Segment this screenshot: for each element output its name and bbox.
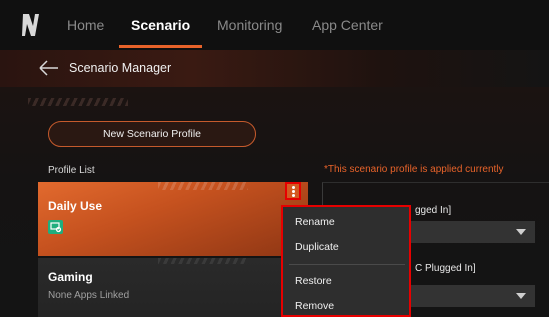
decorative-hatch — [28, 98, 128, 106]
new-scenario-profile-button[interactable]: New Scenario Profile — [48, 121, 256, 147]
profile-apps-status: None Apps Linked — [48, 290, 130, 301]
menu-divider — [289, 264, 405, 265]
profile-list-label: Profile List — [48, 165, 95, 176]
app-logo-icon — [22, 14, 39, 36]
setting-label-ac-plugged: C Plugged In] — [415, 263, 476, 274]
setting-dropdown-1[interactable] — [410, 221, 535, 243]
tab-app-center[interactable]: App Center — [312, 17, 383, 33]
active-tab-indicator — [119, 45, 202, 48]
profile-name: Gaming — [48, 270, 93, 284]
applied-note: *This scenario profile is applied curren… — [324, 164, 504, 175]
chevron-down-icon — [516, 229, 526, 235]
tab-scenario[interactable]: Scenario — [131, 17, 190, 33]
tab-home[interactable]: Home — [67, 17, 104, 33]
page-title: Scenario Manager — [69, 61, 172, 75]
profile-card-daily-use[interactable]: Daily Use — [38, 182, 308, 256]
profile-context-menu: Rename Duplicate Restore Remove — [281, 205, 411, 317]
top-nav-bar: Home Scenario Monitoring App Center — [0, 0, 549, 50]
setting-dropdown-2[interactable] — [410, 285, 535, 307]
card-stripe — [158, 258, 248, 264]
monitor-icon — [50, 222, 62, 233]
menu-item-rename[interactable]: Rename — [295, 216, 335, 228]
card-stripe — [158, 182, 248, 190]
setting-label-plugged: gged In] — [415, 205, 452, 216]
menu-item-restore[interactable]: Restore — [295, 275, 332, 287]
more-options-icon[interactable] — [285, 182, 301, 200]
breadcrumb: Scenario Manager — [0, 50, 549, 87]
linked-app-icon — [48, 220, 63, 234]
back-arrow-icon[interactable] — [38, 60, 60, 76]
profile-name: Daily Use — [48, 199, 103, 213]
tab-monitoring[interactable]: Monitoring — [217, 17, 282, 33]
menu-item-remove[interactable]: Remove — [295, 300, 334, 312]
menu-item-duplicate[interactable]: Duplicate — [295, 241, 339, 253]
chevron-down-icon — [516, 293, 526, 299]
profile-card-gaming[interactable]: Gaming None Apps Linked — [38, 258, 308, 317]
